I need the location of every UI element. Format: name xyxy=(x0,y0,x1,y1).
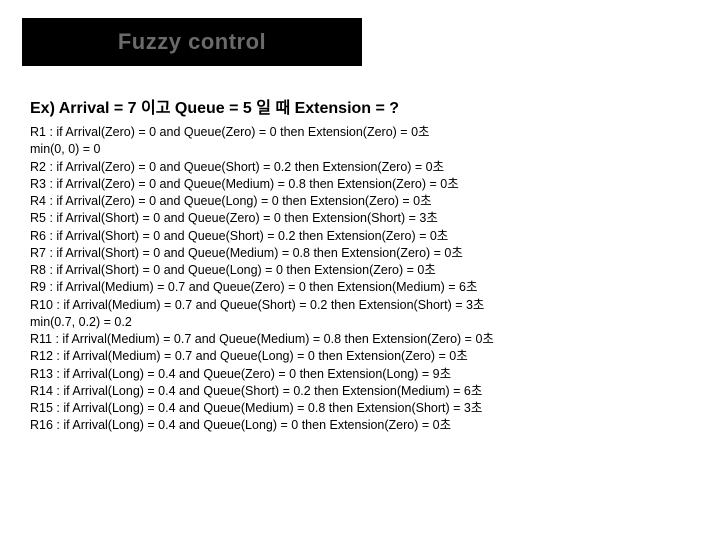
rule-line: R10 : if Arrival(Medium) = 0.7 and Queue… xyxy=(30,297,690,314)
rule-line: R11 : if Arrival(Medium) = 0.7 and Queue… xyxy=(30,331,690,348)
rule-line: R4 : if Arrival(Zero) = 0 and Queue(Long… xyxy=(30,193,690,210)
rule-line: min(0, 0) = 0 xyxy=(30,141,690,158)
example-heading: Ex) Arrival = 7 이고 Queue = 5 일 때 Extensi… xyxy=(30,94,690,118)
rule-line: R9 : if Arrival(Medium) = 0.7 and Queue(… xyxy=(30,279,690,296)
rule-line: R3 : if Arrival(Zero) = 0 and Queue(Medi… xyxy=(30,176,690,193)
content-area: Ex) Arrival = 7 이고 Queue = 5 일 때 Extensi… xyxy=(30,94,690,435)
rules-list: R1 : if Arrival(Zero) = 0 and Queue(Zero… xyxy=(30,124,690,435)
rule-line: R14 : if Arrival(Long) = 0.4 and Queue(S… xyxy=(30,383,690,400)
rule-line: R15 : if Arrival(Long) = 0.4 and Queue(M… xyxy=(30,400,690,417)
rule-line: R8 : if Arrival(Short) = 0 and Queue(Lon… xyxy=(30,262,690,279)
rule-line: R12 : if Arrival(Medium) = 0.7 and Queue… xyxy=(30,348,690,365)
rule-line: R2 : if Arrival(Zero) = 0 and Queue(Shor… xyxy=(30,159,690,176)
title-box: Fuzzy control xyxy=(22,18,362,66)
rule-line: R1 : if Arrival(Zero) = 0 and Queue(Zero… xyxy=(30,124,690,141)
rule-line: R16 : if Arrival(Long) = 0.4 and Queue(L… xyxy=(30,417,690,434)
slide-title: Fuzzy control xyxy=(118,29,266,55)
rule-line: R7 : if Arrival(Short) = 0 and Queue(Med… xyxy=(30,245,690,262)
rule-line: R6 : if Arrival(Short) = 0 and Queue(Sho… xyxy=(30,228,690,245)
rule-line: min(0.7, 0.2) = 0.2 xyxy=(30,314,690,331)
rule-line: R5 : if Arrival(Short) = 0 and Queue(Zer… xyxy=(30,210,690,227)
rule-line: R13 : if Arrival(Long) = 0.4 and Queue(Z… xyxy=(30,366,690,383)
